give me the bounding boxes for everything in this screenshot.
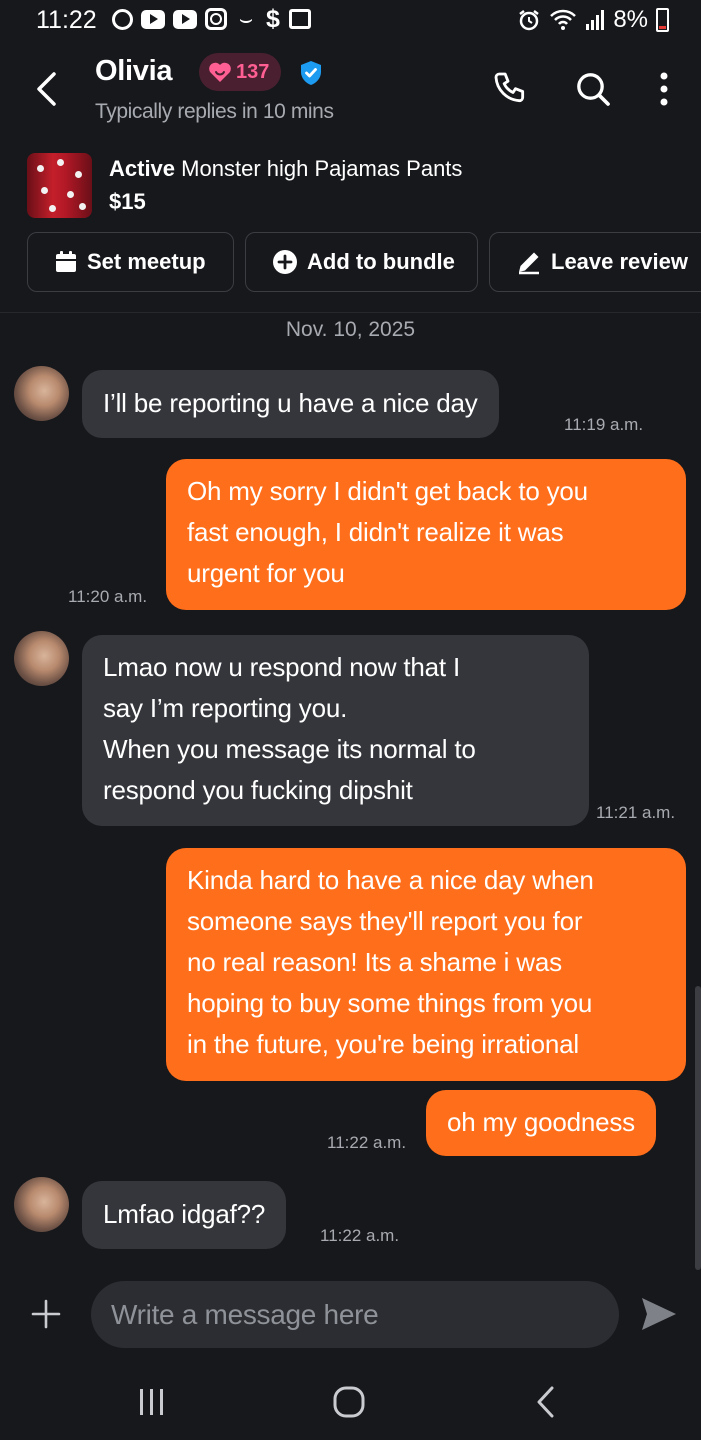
instagram-icon: [205, 8, 227, 30]
message-text: oh my goodness: [447, 1107, 635, 1137]
listing-price: $15: [109, 189, 146, 214]
wifi-icon: [550, 9, 577, 30]
avatar[interactable]: [14, 1177, 69, 1232]
youtube-icon: [173, 9, 197, 29]
send-button[interactable]: [639, 1294, 679, 1334]
back-button[interactable]: [24, 64, 68, 114]
message-bubble-outgoing[interactable]: Kinda hard to have a nice day when someo…: [166, 848, 686, 1081]
search-button[interactable]: [570, 66, 616, 112]
reply-time-subtitle: Typically replies in 10 mins: [95, 100, 334, 123]
message-timestamp: 11:21 a.m.: [596, 803, 676, 822]
wave-icon: ⌣: [238, 6, 254, 31]
leave-review-label: Leave review: [551, 249, 688, 274]
home-icon: [333, 1386, 365, 1418]
system-icons: 8%: [517, 6, 669, 34]
message-timestamp: 11:22 a.m.: [320, 1226, 400, 1245]
calendar-icon: [56, 251, 76, 272]
badge-count: 137: [236, 60, 270, 83]
action-buttons: Set meetup Add to bundle Leave review: [27, 232, 701, 292]
back-icon: [537, 1386, 554, 1418]
message-bubble-incoming[interactable]: Lmao now u respond now that I say I’m re…: [82, 635, 589, 826]
message-text: urgent for you: [187, 558, 345, 588]
message-bubble-incoming[interactable]: Lmfao idgaf??: [82, 1181, 287, 1249]
system-nav-bar: [0, 1370, 701, 1440]
message-text: someone says they'll report you for: [187, 906, 583, 936]
message-input[interactable]: [111, 1298, 619, 1331]
recents-button[interactable]: [122, 1382, 182, 1422]
youtube-icon: [141, 9, 165, 29]
date-separator: Nov. 10, 2025: [285, 318, 416, 341]
message-text: Kinda hard to have a nice day when: [187, 865, 594, 895]
leave-review-button[interactable]: Leave review: [489, 232, 701, 292]
message-text: hoping to buy some things from you: [187, 988, 593, 1018]
set-meetup-button[interactable]: Set meetup: [27, 232, 234, 292]
alarm-icon: [519, 10, 540, 31]
signal-icon: [586, 10, 605, 30]
message-bubble-outgoing[interactable]: oh my goodness: [426, 1090, 656, 1156]
listing-summary[interactable]: Active Monster high Pajamas Pants $15: [0, 145, 701, 229]
heart-smile-icon: [209, 62, 231, 82]
chevron-left-icon: [37, 72, 56, 106]
send-icon: [642, 1298, 676, 1330]
avatar[interactable]: [14, 366, 69, 421]
listing-thumbnail[interactable]: [27, 153, 92, 218]
set-meetup-label: Set meetup: [87, 249, 206, 274]
message-timestamp: 11:19 a.m.: [564, 415, 644, 434]
scrollbar[interactable]: [695, 986, 701, 1270]
message-text: Lmao now u respond now that I: [103, 652, 460, 682]
status-bar: 11:22 ⌣ $ 8%: [0, 0, 701, 44]
more-vertical-icon: [660, 72, 668, 106]
nav-back-button[interactable]: [515, 1382, 575, 1422]
listing-status: Active: [109, 156, 176, 181]
plus-circle-icon: [273, 250, 297, 274]
image-icon: [289, 9, 311, 29]
chat-header: Olivia 137 Typically replies in 10 mins: [0, 44, 701, 134]
battery-icon: [656, 8, 669, 32]
message-composer[interactable]: [91, 1281, 619, 1348]
message-text: Lmfao idgaf??: [103, 1199, 266, 1229]
message-bubble-incoming[interactable]: I’ll be reporting u have a nice day: [82, 370, 499, 438]
message-text: say I’m reporting you.: [103, 693, 348, 723]
message-text: Oh my sorry I didn't get back to you: [187, 476, 588, 506]
plus-icon: [31, 1299, 61, 1329]
add-to-bundle-label: Add to bundle: [307, 249, 455, 274]
message-bubble-outgoing[interactable]: Oh my sorry I didn't get back to you fas…: [166, 459, 686, 610]
pencil-icon: [519, 252, 539, 275]
message-text: in the future, you're being irrational: [187, 1029, 579, 1059]
call-button[interactable]: [488, 66, 534, 112]
battery-percent: 8%: [613, 6, 648, 33]
avatar[interactable]: [14, 631, 69, 686]
message-text: respond you fucking dipshit: [103, 775, 413, 805]
search-icon: [577, 73, 610, 106]
recents-icon: [140, 1389, 163, 1415]
dollar-icon: $: [266, 4, 280, 33]
listing-title: Active Monster high Pajamas Pants: [109, 156, 462, 182]
add-to-bundle-button[interactable]: Add to bundle: [245, 232, 478, 292]
message-text: no real reason! Its a shame i was: [187, 947, 562, 977]
divider: [0, 312, 701, 313]
notification-icons: ⌣ $: [112, 4, 311, 33]
attach-button[interactable]: [28, 1294, 64, 1334]
message-text: When you message its normal to: [103, 734, 476, 764]
message-text: I’ll be reporting u have a nice day: [103, 388, 478, 418]
home-button[interactable]: [319, 1382, 379, 1422]
contact-name[interactable]: Olivia: [95, 55, 172, 88]
message-timestamp: 11:22 a.m.: [327, 1133, 407, 1152]
message-text: fast enough, I didn't realize it was: [187, 517, 564, 547]
threads-icon: [112, 8, 133, 30]
message-timestamp: 11:20 a.m.: [68, 587, 148, 606]
phone-icon: [494, 72, 525, 103]
listing-name: Monster high Pajamas Pants: [181, 156, 463, 181]
more-button[interactable]: [641, 66, 687, 112]
verified-icon: [301, 61, 321, 85]
status-time: 11:22: [36, 6, 97, 34]
badge-score[interactable]: 137: [199, 53, 282, 91]
